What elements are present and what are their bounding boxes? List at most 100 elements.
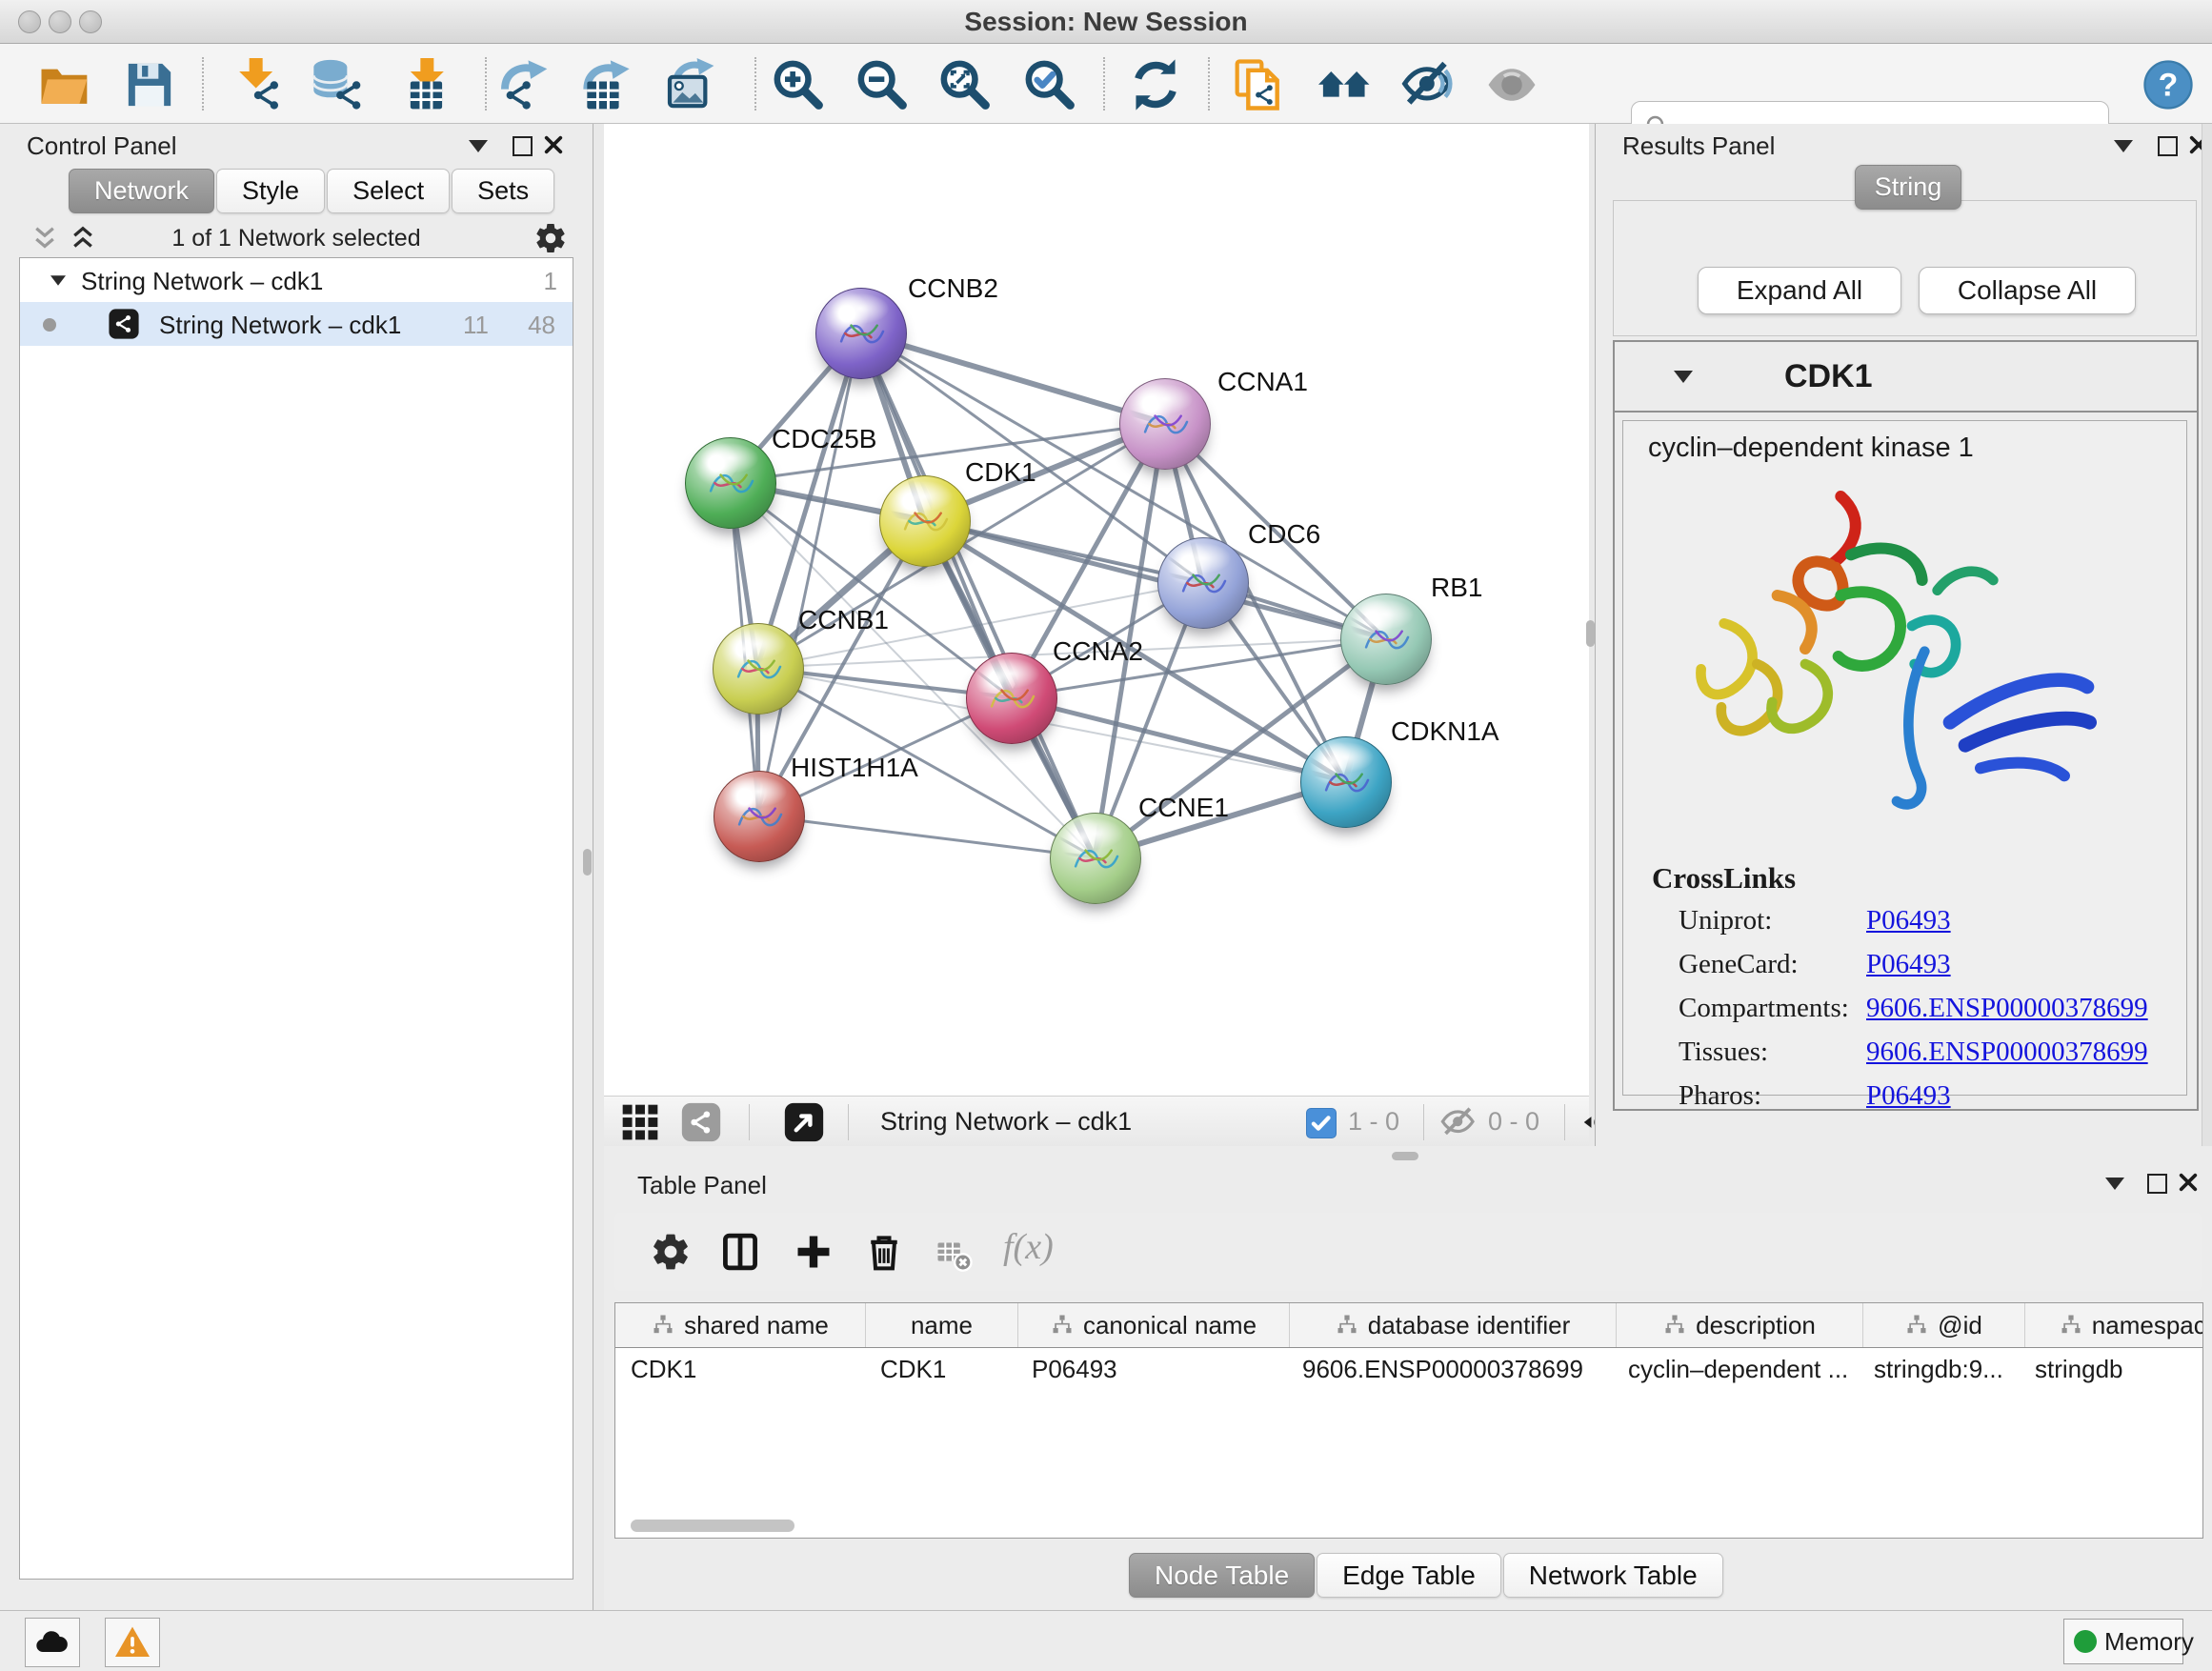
add-column-icon[interactable]: [793, 1231, 835, 1273]
open-session-icon[interactable]: [38, 58, 91, 111]
hierarchy-icon: [1905, 1314, 1928, 1337]
column-header-namespace[interactable]: namespace: [2025, 1303, 2203, 1347]
column-header-name[interactable]: name: [866, 1303, 1018, 1347]
crosslink-link[interactable]: P06493: [1866, 905, 1951, 936]
cell-shared-name[interactable]: CDK1: [615, 1348, 865, 1390]
memory-button[interactable]: Memory: [2063, 1619, 2183, 1664]
expand-all-button[interactable]: Expand All: [1698, 267, 1901, 314]
export-table-icon[interactable]: [578, 58, 632, 111]
column-header-description[interactable]: description: [1617, 1303, 1863, 1347]
tab-edge-table[interactable]: Edge Table: [1317, 1553, 1501, 1598]
tab-node-table[interactable]: Node Table: [1129, 1553, 1315, 1598]
cell-name[interactable]: CDK1: [865, 1348, 1016, 1390]
network-edge[interactable]: [758, 815, 1095, 857]
import-table-file-icon[interactable]: [398, 58, 452, 111]
network-node-RB1[interactable]: [1340, 594, 1432, 685]
graphics-details-toggle-icon[interactable]: [1401, 58, 1455, 111]
column-header-database-identifier[interactable]: database identifier: [1290, 1303, 1617, 1347]
zoom-out-icon[interactable]: [855, 58, 909, 111]
tab-string[interactable]: String: [1855, 165, 1961, 210]
control-panel-maximize-icon[interactable]: [513, 136, 533, 156]
delete-column-icon[interactable]: [863, 1231, 905, 1273]
network-current-dot: [43, 318, 56, 332]
gene-collapse-icon[interactable]: [1674, 371, 1693, 383]
selected-checkbox[interactable]: [1306, 1108, 1337, 1138]
show-columns-icon[interactable]: [719, 1231, 761, 1273]
network-edge[interactable]: [860, 332, 1164, 423]
left-splitter-handle[interactable]: [583, 849, 592, 876]
network-node-CCNB2[interactable]: [815, 288, 907, 379]
crosslink-link[interactable]: P06493: [1866, 1080, 1951, 1112]
table-horizontal-scrollbar[interactable]: [631, 1520, 794, 1532]
gene-header-row[interactable]: CDK1: [1615, 342, 2197, 413]
help-icon[interactable]: ?: [2142, 58, 2195, 111]
network-node-CCNA1[interactable]: [1119, 378, 1211, 470]
application-window: Session: New Session ? Control Panel Net…: [0, 0, 2212, 1671]
network-edge[interactable]: [758, 332, 860, 815]
network-node-count: 11: [463, 311, 489, 340]
birds-eye-toggle-icon[interactable]: [1485, 58, 1538, 111]
right-splitter-handle[interactable]: [1586, 620, 1595, 647]
table-panel-maximize-icon[interactable]: [2147, 1174, 2167, 1194]
hidden-elements-icon[interactable]: [1440, 1104, 1477, 1140]
tab-style[interactable]: Style: [216, 169, 325, 213]
network-node-label: CCNE1: [1138, 793, 1229, 823]
network-node-CDKN1A[interactable]: [1300, 736, 1392, 828]
table-options-gear-icon[interactable]: [650, 1231, 692, 1273]
birds-eye-view-icon[interactable]: [783, 1101, 825, 1143]
crosslink-link[interactable]: P06493: [1866, 949, 1951, 980]
tab-network[interactable]: Network: [69, 169, 214, 213]
network-collection-row[interactable]: String Network – cdk1 1: [20, 258, 573, 302]
import-network-file-icon[interactable]: [231, 58, 285, 111]
protein-structure-image: [1671, 473, 2138, 855]
import-network-database-icon[interactable]: [312, 58, 365, 111]
cell-description[interactable]: cyclin–dependent ...: [1613, 1348, 1859, 1390]
zoom-selected-icon[interactable]: [1023, 58, 1076, 111]
zoom-in-icon[interactable]: [772, 58, 825, 111]
cell-canonical-name[interactable]: P06493: [1016, 1348, 1287, 1390]
grid-view-icon[interactable]: [619, 1101, 661, 1143]
crosslink-link[interactable]: 9606.ENSP00000378699: [1866, 993, 2148, 1024]
warning-status-box[interactable]: [105, 1618, 160, 1667]
cloud-status-box[interactable]: [25, 1618, 80, 1667]
table-row[interactable]: CDK1 CDK1 P06493 9606.ENSP00000378699 cy…: [615, 1348, 2202, 1390]
apply-preferred-layout-icon[interactable]: [1129, 58, 1182, 111]
network-node-HIST1H1A[interactable]: [714, 771, 805, 862]
network-node-CDC25B[interactable]: [685, 437, 776, 529]
results-panel-float-icon[interactable]: [2114, 140, 2133, 152]
table-panel-float-icon[interactable]: [2105, 1178, 2124, 1190]
network-row-selected[interactable]: String Network – cdk1 11 48: [20, 302, 573, 346]
export-network-icon[interactable]: [498, 58, 552, 111]
cell-database-identifier[interactable]: 9606.ENSP00000378699: [1287, 1348, 1613, 1390]
network-node-CDK1[interactable]: [879, 475, 971, 567]
network-options-gear-icon[interactable]: [533, 221, 568, 255]
cell-namespace[interactable]: stringdb: [2020, 1348, 2203, 1390]
collapse-all-button[interactable]: Collapse All: [1919, 267, 2136, 314]
results-panel-maximize-icon[interactable]: [2158, 136, 2178, 156]
save-session-icon[interactable]: [123, 58, 176, 111]
tab-sets[interactable]: Sets: [452, 169, 554, 213]
control-panel-close-icon[interactable]: [543, 134, 564, 155]
home-networks-icon[interactable]: [1318, 58, 1372, 111]
network-node-CDC6[interactable]: [1157, 537, 1249, 629]
network-node-CCNA2[interactable]: [966, 653, 1057, 744]
table-panel-close-icon[interactable]: [2178, 1172, 2199, 1193]
zoom-fit-content-icon[interactable]: [938, 58, 992, 111]
cell-id[interactable]: stringdb:9...: [1859, 1348, 2020, 1390]
export-image-icon[interactable]: [663, 58, 716, 111]
network-node-CCNB1[interactable]: [713, 623, 804, 715]
tab-network-table[interactable]: Network Table: [1503, 1553, 1723, 1598]
horizontal-splitter-handle[interactable]: [1392, 1152, 1418, 1160]
collection-expand-icon[interactable]: [50, 275, 66, 285]
column-header-id[interactable]: @id: [1863, 1303, 2025, 1347]
column-header-shared-name[interactable]: shared name: [615, 1303, 866, 1347]
tab-select[interactable]: Select: [327, 169, 450, 213]
network-type-badge-icon[interactable]: [680, 1101, 722, 1143]
network-list: String Network – cdk1 1 String Network –…: [19, 257, 573, 1580]
network-node-CCNE1[interactable]: [1050, 813, 1141, 904]
network-canvas[interactable]: CCNB2 CCNA1 CDC25B CDK1 CDC6: [604, 124, 1589, 1096]
crosslink-link[interactable]: 9606.ENSP00000378699: [1866, 1037, 2148, 1068]
network-from-document-icon[interactable]: [1233, 58, 1286, 111]
control-panel-float-icon[interactable]: [469, 140, 488, 152]
column-header-canonical-name[interactable]: canonical name: [1018, 1303, 1290, 1347]
